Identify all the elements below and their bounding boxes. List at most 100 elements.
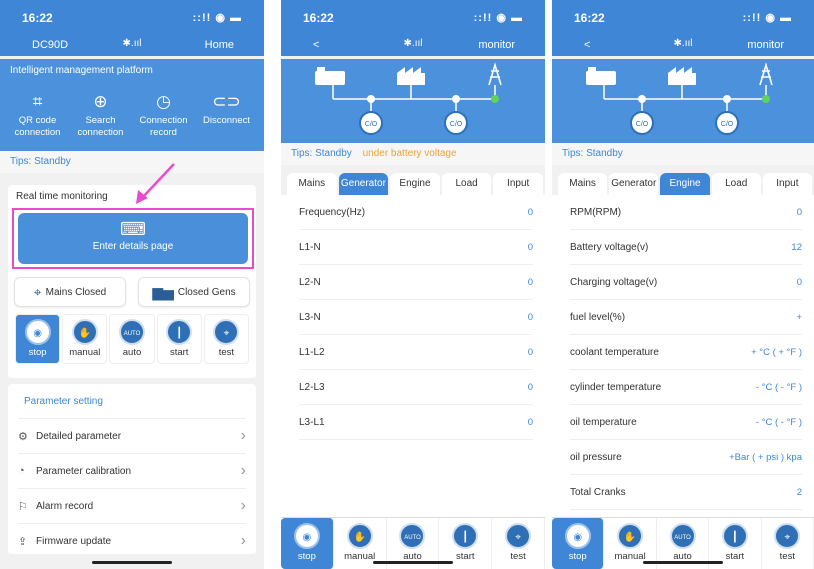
mains-tower-icon: [759, 62, 773, 86]
mode-test-button[interactable]: ⌖ test: [762, 518, 814, 569]
row-value: +: [796, 311, 802, 323]
crosshair-icon: ⊕: [93, 92, 108, 111]
table-row: L3-N 0: [299, 300, 533, 335]
monitor-title: monitor: [478, 39, 515, 51]
tab-input[interactable]: Input: [762, 173, 813, 195]
param-row-firmware-update[interactable]: ⇪ Firmware update ›: [18, 523, 246, 558]
action-label: Search connection: [77, 115, 124, 138]
tips-bar: Tips: Standby: [552, 143, 814, 165]
generator-icon: [315, 71, 345, 85]
factory-roof-icon: [397, 67, 421, 73]
hand-icon: ✋: [346, 523, 373, 549]
tower-icon: ⌖: [505, 523, 532, 549]
mains-closed-button[interactable]: ⌖ Mains Closed: [14, 277, 126, 307]
tower-icon: ⌖: [213, 319, 240, 345]
mode-manual-button[interactable]: ✋ manual: [62, 314, 108, 364]
status-time: 16:22: [574, 11, 605, 25]
row-label: oil temperature: [570, 416, 637, 428]
tab-engine[interactable]: Engine: [660, 173, 710, 195]
start-icon: ┃: [452, 523, 479, 549]
tab-generator[interactable]: Generator: [338, 173, 389, 195]
tips-status: Standby: [586, 148, 623, 159]
action-disconnect[interactable]: ⊂⊃ Disconnect: [197, 91, 257, 139]
action-qr-code-connection[interactable]: ⌗ QR code connection: [8, 91, 68, 139]
param-row-alarm-record[interactable]: ⚐ Alarm record ›: [18, 488, 246, 523]
tower-icon: ⌖: [33, 283, 42, 300]
back-button[interactable]: <: [584, 39, 590, 51]
param-label: Alarm record: [36, 500, 94, 512]
home-indicator: [92, 561, 172, 564]
parameter-setting-card: Parameter setting ⚙ Detailed parameter › ◔ P…: [8, 384, 256, 554]
row-value: +Bar ( + psi ) kpa: [729, 451, 802, 463]
table-row: L3-L1 0: [299, 405, 533, 440]
enter-details-button[interactable]: ⌨ Enter details page: [18, 213, 248, 264]
tips-bar: Tips: Standby: [0, 151, 264, 173]
mode-stop-button[interactable]: ◉ stop: [281, 518, 334, 569]
mode-test-button[interactable]: ⌖ test: [492, 518, 545, 569]
factory-roof-icon: [668, 67, 692, 73]
row-label: cylinder temperature: [570, 381, 662, 393]
row-value: - °C ( - °F ): [755, 416, 802, 428]
row-value: 12: [791, 241, 802, 253]
table-row: RPM(RPM) 0: [570, 195, 802, 230]
generator-monitor-screen: 16:22 ::!! ◉ ▬ < ✱.ııl monitor C/O C/O Ti…: [281, 0, 545, 569]
action-search-connection[interactable]: ⊕ Search connection: [71, 91, 131, 139]
table-row: L2-N 0: [299, 265, 533, 300]
auto-icon: AUTO: [399, 523, 426, 549]
start-icon: ┃: [166, 319, 193, 345]
tips-label: Tips:: [10, 156, 32, 167]
platform-panel: Intelligent management platform ⌗ QR code…: [0, 59, 264, 151]
back-button[interactable]: <: [313, 39, 319, 51]
closed-gens-button[interactable]: ▆▅ Closed Gens: [138, 277, 250, 307]
mode-stop-button[interactable]: ◉ stop: [15, 314, 61, 364]
tab-load[interactable]: Load: [441, 173, 492, 195]
mode-start-button[interactable]: ┃ start: [156, 314, 202, 364]
device-name: DC90D: [32, 39, 69, 51]
mode-label: auto: [122, 347, 142, 358]
table-row: Charging voltage(v) 0: [570, 265, 802, 300]
table-row: coolant temperature + °C ( + °F ): [570, 335, 802, 370]
table-row: Battery voltage(v) 12: [570, 230, 802, 265]
mains-status-dot: [491, 95, 499, 103]
gear-icon: ⚙: [18, 430, 28, 443]
table-row: L1-L2 0: [299, 335, 533, 370]
row-label: L3-N: [299, 311, 321, 323]
param-row-detailed-parameter[interactable]: ⚙ Detailed parameter ›: [18, 418, 246, 453]
mode-auto-button[interactable]: AUTO auto: [109, 314, 155, 364]
mode-label: test: [779, 551, 795, 562]
status-time: 16:22: [303, 11, 334, 25]
tab-bar: Mains Generator Engine Load Input: [558, 173, 814, 195]
tab-input[interactable]: Input: [493, 173, 543, 195]
table-row: Total Cranks 2: [570, 475, 802, 510]
mode-stop-button[interactable]: ◉ stop: [552, 518, 605, 569]
row-label: Battery voltage(v): [570, 241, 649, 253]
table-row: oil pressure +Bar ( + psi ) kpa: [570, 440, 802, 475]
tab-generator[interactable]: Generator: [609, 173, 659, 195]
mode-test-button[interactable]: ⌖ test: [203, 314, 250, 364]
mode-label: test: [218, 347, 235, 358]
alarm-icon: ⚐: [18, 500, 28, 513]
row-value: 0: [527, 381, 533, 393]
tab-load[interactable]: Load: [711, 173, 761, 195]
table-row: Frequency(Hz) 0: [299, 195, 533, 230]
row-label: Frequency(Hz): [299, 206, 366, 218]
status-bar: 16:22 ::!! ◉ ▬: [281, 0, 545, 36]
param-row-parameter-calibration[interactable]: ◔ Parameter calibration ›: [18, 453, 246, 488]
auto-icon: AUTO: [119, 319, 145, 345]
tips-warning: under battery voltage: [362, 148, 457, 159]
tab-mains[interactable]: Mains: [287, 173, 337, 195]
firmware-icon: ⇪: [18, 535, 28, 548]
nav-bar: < ✱.ııl monitor: [552, 36, 814, 56]
tab-engine[interactable]: Engine: [390, 173, 440, 195]
mode-label: stop: [297, 551, 316, 562]
tips-label: Tips:: [562, 148, 584, 159]
tab-mains[interactable]: Mains: [558, 173, 608, 195]
laptop-icon: ⌨: [120, 219, 146, 239]
home-link[interactable]: Home: [205, 39, 234, 51]
table-row: L2-L3 0: [299, 370, 533, 405]
status-bar: 16:22 ::!! ◉ ▬: [0, 0, 264, 36]
param-label: Detailed parameter: [36, 430, 122, 442]
row-value: 0: [527, 206, 533, 218]
power-flow-diagram: C/O C/O: [315, 62, 502, 135]
action-connection-record[interactable]: ◷ Connection record: [134, 91, 194, 139]
